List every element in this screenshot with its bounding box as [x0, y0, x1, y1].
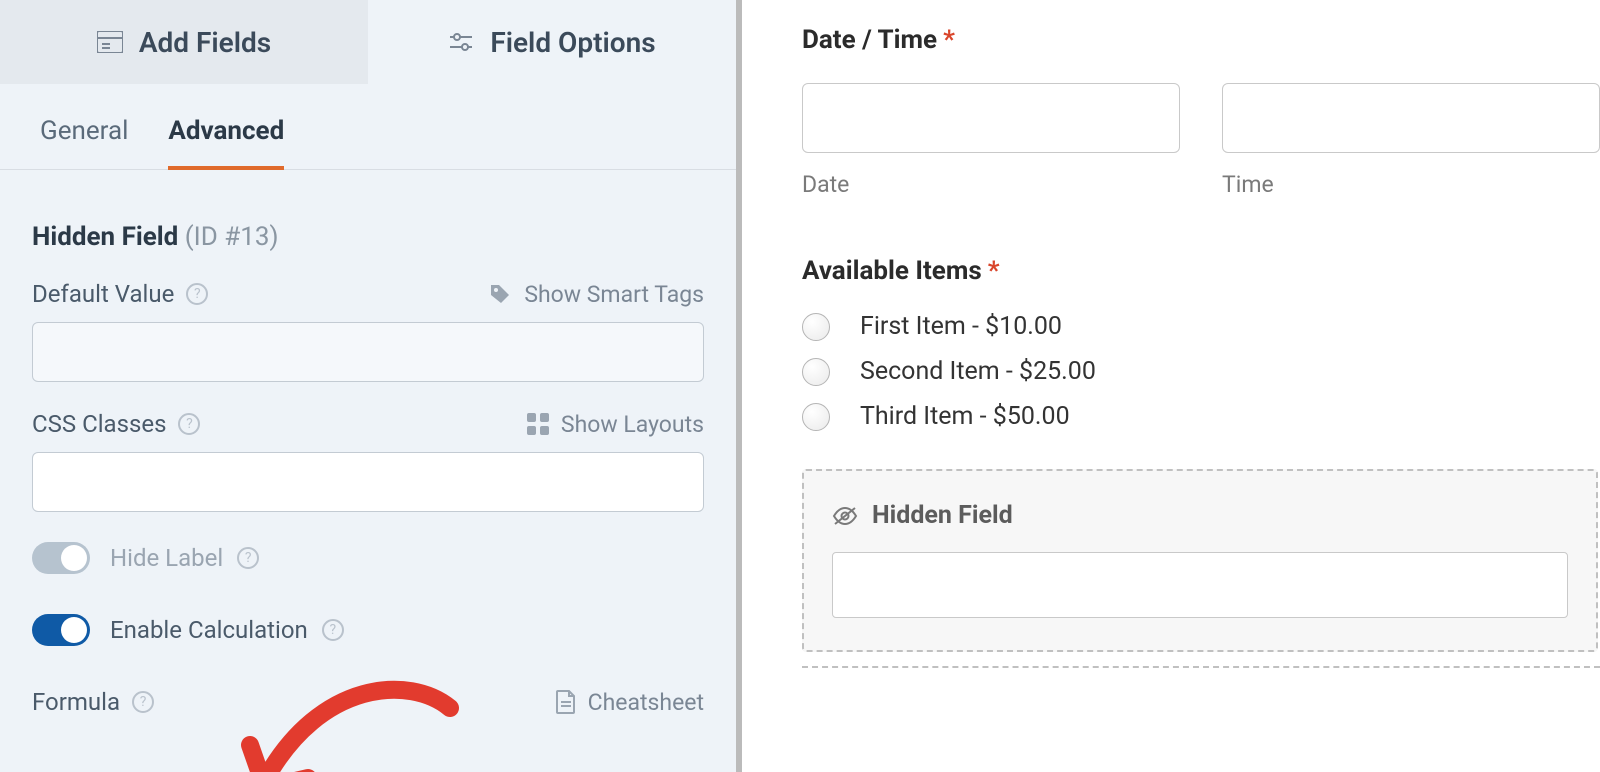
sub-tabs: General Advanced	[0, 84, 736, 170]
time-sublabel: Time	[1222, 171, 1600, 198]
help-icon[interactable]: ?	[322, 619, 344, 641]
tab-field-options-label: Field Options	[490, 26, 655, 59]
tab-field-options[interactable]: Field Options	[368, 0, 736, 84]
sidebar: Add Fields Field Options General Advance…	[0, 0, 742, 772]
help-icon[interactable]: ?	[178, 413, 200, 435]
document-icon	[556, 690, 576, 714]
layouts-icon	[527, 413, 549, 435]
hide-label-toggle[interactable]	[32, 542, 90, 574]
radio-icon	[802, 403, 830, 431]
top-tabs: Add Fields Field Options	[0, 0, 736, 84]
default-value-block: Default Value ? Show Smart Tags	[32, 280, 704, 382]
datetime-label: Date / Time	[802, 25, 937, 55]
field-header-name: Hidden Field	[32, 222, 178, 252]
radio-label: Third Item - $50.00	[860, 402, 1070, 431]
hidden-field-label: Hidden Field	[872, 501, 1013, 530]
radio-icon	[802, 358, 830, 386]
time-input[interactable]	[1222, 83, 1600, 153]
subtab-general[interactable]: General	[40, 116, 128, 169]
items-label: Available Items	[802, 256, 982, 286]
annotation-arrow	[230, 660, 490, 772]
formula-label: Formula	[32, 688, 120, 716]
hide-label-row: Hide Label ?	[32, 542, 704, 574]
radio-option[interactable]: Third Item - $50.00	[802, 402, 1600, 431]
radio-label: First Item - $10.00	[860, 312, 1062, 341]
tag-icon	[488, 282, 512, 306]
formula-block: Formula ? Cheatsheet	[32, 688, 704, 716]
date-sublabel: Date	[802, 171, 1180, 198]
dashed-divider	[802, 666, 1600, 668]
radio-option[interactable]: Second Item - $25.00	[802, 357, 1600, 386]
required-mark: *	[943, 25, 955, 55]
field-options-icon	[448, 31, 474, 53]
show-layouts-link[interactable]: Show Layouts	[527, 411, 704, 438]
enable-calc-text: Enable Calculation	[110, 616, 308, 644]
hide-label-text: Hide Label	[110, 544, 223, 572]
cheatsheet-link[interactable]: Cheatsheet	[556, 689, 704, 716]
radio-option[interactable]: First Item - $10.00	[802, 312, 1600, 341]
default-value-input[interactable]	[32, 322, 704, 382]
css-classes-block: CSS Classes ? Show Layouts	[32, 410, 704, 512]
date-input[interactable]	[802, 83, 1180, 153]
field-header-id: (ID #13)	[185, 222, 279, 252]
subtab-advanced[interactable]: Advanced	[168, 116, 284, 170]
eye-off-icon	[832, 506, 858, 526]
tab-add-fields[interactable]: Add Fields	[0, 0, 368, 84]
add-fields-icon	[97, 31, 123, 53]
show-smart-tags-link[interactable]: Show Smart Tags	[488, 281, 704, 308]
enable-calc-toggle[interactable]	[32, 614, 90, 646]
css-classes-input[interactable]	[32, 452, 704, 512]
hidden-field-input[interactable]	[832, 552, 1568, 618]
help-icon[interactable]: ?	[132, 691, 154, 713]
default-value-label: Default Value	[32, 280, 174, 308]
cheatsheet-label: Cheatsheet	[588, 689, 704, 716]
datetime-field: Date / Time* Date Time	[802, 25, 1600, 198]
enable-calc-row: Enable Calculation ?	[32, 614, 704, 646]
available-items-field: Available Items* First Item - $10.00 Sec…	[802, 256, 1600, 431]
tab-add-fields-label: Add Fields	[139, 26, 271, 59]
radio-icon	[802, 313, 830, 341]
show-smart-tags-label: Show Smart Tags	[524, 281, 704, 308]
show-layouts-label: Show Layouts	[561, 411, 704, 438]
css-classes-label: CSS Classes	[32, 410, 166, 438]
radio-label: Second Item - $25.00	[860, 357, 1096, 386]
field-options-panel: Hidden Field (ID #13) Default Value ? Sh…	[0, 170, 736, 744]
hidden-field-block[interactable]: Hidden Field	[802, 469, 1598, 652]
form-preview: Date / Time* Date Time Available Items*	[742, 0, 1600, 772]
help-icon[interactable]: ?	[237, 547, 259, 569]
help-icon[interactable]: ?	[186, 283, 208, 305]
required-mark: *	[988, 256, 1000, 286]
field-header: Hidden Field (ID #13)	[32, 222, 704, 252]
